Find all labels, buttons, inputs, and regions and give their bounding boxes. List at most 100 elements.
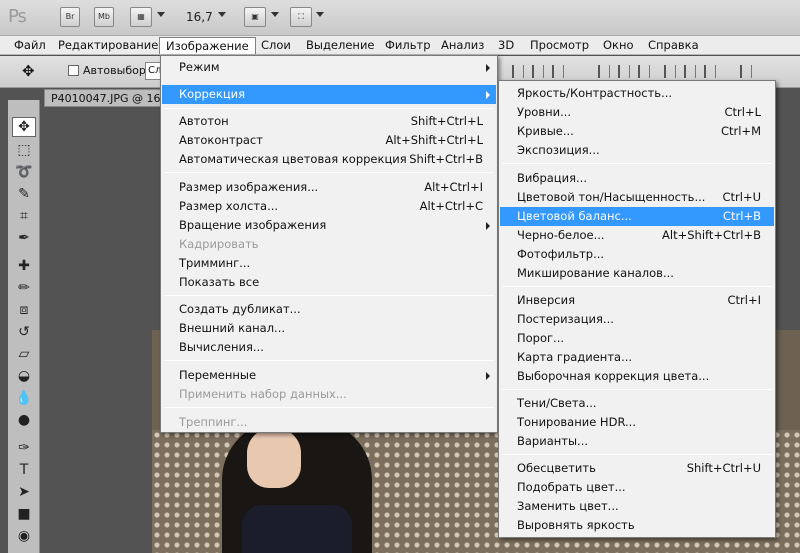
- crop-tool-icon[interactable]: ⌗: [12, 206, 36, 226]
- menu-edit[interactable]: Редактирование: [52, 37, 164, 54]
- quick-select-tool-icon[interactable]: ✎: [12, 184, 36, 204]
- blur-tool-icon[interactable]: 💧: [12, 388, 36, 408]
- menu-item-auto-tone[interactable]: Автотон Shift+Ctrl+L: [162, 112, 496, 131]
- submenu-arrow-icon: [486, 222, 490, 230]
- history-brush-tool-icon[interactable]: ↺: [12, 322, 36, 342]
- menu-item-levels[interactable]: Уровни... Ctrl+L: [500, 103, 774, 122]
- menu-item-duplicate[interactable]: Создать дубликат...: [162, 300, 496, 319]
- chevron-down-icon[interactable]: [218, 12, 226, 17]
- menu-file[interactable]: Файл: [8, 37, 52, 54]
- menu-item-match-color[interactable]: Подобрать цвет...: [500, 478, 774, 497]
- menu-item-reveal-all[interactable]: Показать все: [162, 273, 496, 292]
- view-extras-button[interactable]: ▦: [130, 7, 152, 27]
- menu-item-hue-saturation[interactable]: Цветовой тон/Насыщенность... Ctrl+U: [500, 188, 774, 207]
- align-vcenter-icon[interactable]: [532, 65, 544, 78]
- paint-bucket-tool-icon[interactable]: ◒: [12, 366, 36, 386]
- menu-item-adjustments[interactable]: Коррекция: [162, 85, 496, 104]
- menu-item-invert[interactable]: Инверсия Ctrl+I: [500, 291, 774, 310]
- move-tool-icon[interactable]: ✥: [12, 117, 36, 137]
- menu-item-trim[interactable]: Тримминг...: [162, 254, 496, 273]
- menu-item-mode[interactable]: Режим: [162, 58, 496, 77]
- menu-item-threshold[interactable]: Порог...: [500, 329, 774, 348]
- distribute-hcenter-icon[interactable]: [684, 65, 696, 78]
- menu-item-label: Применить набор данных...: [179, 387, 347, 401]
- align-top-icon[interactable]: [512, 65, 524, 78]
- bridge-button[interactable]: Br: [60, 7, 80, 27]
- menu-item-equalize[interactable]: Выровнять яркость: [500, 516, 774, 535]
- shape-tool-icon[interactable]: ■: [12, 504, 36, 524]
- menu-window[interactable]: Окно: [597, 37, 640, 54]
- menu-item-hdr-toning[interactable]: Тонирование HDR...: [500, 413, 774, 432]
- marquee-tool-icon[interactable]: ⬚: [12, 140, 36, 160]
- autoselect-dropdown[interactable]: Сл: [145, 62, 161, 80]
- menu-3d[interactable]: 3D: [492, 37, 520, 54]
- dodge-tool-icon[interactable]: ●: [12, 410, 36, 430]
- zoom-level[interactable]: 16,7: [186, 10, 213, 24]
- layout-icon: ▣: [251, 12, 259, 21]
- menu-item-canvas-size[interactable]: Размер холста... Alt+Ctrl+C: [162, 197, 496, 216]
- menu-layers[interactable]: Слои: [255, 37, 297, 54]
- distribute-top-icon[interactable]: [598, 65, 610, 78]
- autoselect-checkbox[interactable]: [68, 65, 79, 76]
- menu-item-color-balance[interactable]: Цветовой баланс... Ctrl+B: [500, 207, 774, 226]
- menu-item-gradient-map[interactable]: Карта градиента...: [500, 348, 774, 367]
- menu-item-shadows-highlights[interactable]: Тени/Света...: [500, 394, 774, 413]
- healing-brush-tool-icon[interactable]: ✚: [12, 256, 36, 276]
- chevron-down-icon[interactable]: [316, 12, 324, 17]
- menu-item-channel-mixer[interactable]: Микширование каналов...: [500, 264, 774, 283]
- document-tab[interactable]: P4010047.JPG @ 16,7: [51, 92, 171, 105]
- lasso-tool-icon[interactable]: ➰: [12, 162, 36, 182]
- menu-item-exposure[interactable]: Экспозиция...: [500, 141, 774, 160]
- auto-align-layers-icon[interactable]: [740, 65, 752, 78]
- menu-item-auto-contrast[interactable]: Автоконтраст Alt+Shift+Ctrl+L: [162, 131, 496, 150]
- type-tool-icon[interactable]: T: [12, 460, 36, 480]
- chevron-down-icon[interactable]: [271, 12, 279, 17]
- menu-item-posterize[interactable]: Постеризация...: [500, 310, 774, 329]
- menu-image[interactable]: Изображение: [159, 37, 256, 54]
- brush-tool-icon[interactable]: ✏: [12, 278, 36, 298]
- arrange-documents-button[interactable]: ▣: [244, 7, 266, 27]
- photo-doll-face: [247, 428, 301, 488]
- menu-select[interactable]: Выделение: [300, 37, 381, 54]
- menu-item-calculations[interactable]: Вычисления...: [162, 338, 496, 357]
- menu-item-curves[interactable]: Кривые... Ctrl+M: [500, 122, 774, 141]
- stamp-tool-icon[interactable]: ⧈: [12, 300, 36, 320]
- distribute-vcenter-icon[interactable]: [618, 65, 630, 78]
- menu-item-vibrance[interactable]: Вибрация...: [500, 169, 774, 188]
- menu-item-apply-image[interactable]: Внешний канал...: [162, 319, 496, 338]
- path-selection-tool-icon[interactable]: ➤: [12, 482, 36, 502]
- menu-item-shortcut: Shift+Ctrl+L: [410, 114, 483, 128]
- menu-item-label: Режим: [179, 60, 220, 74]
- distribute-bottom-icon[interactable]: [638, 65, 650, 78]
- menu-item-photo-filter[interactable]: Фотофильтр...: [500, 245, 774, 264]
- 3d-rotate-tool-icon[interactable]: ◉: [12, 526, 36, 546]
- pen-tool-icon[interactable]: ✑: [12, 438, 36, 458]
- menu-item-image-size[interactable]: Размер изображения... Alt+Ctrl+I: [162, 178, 496, 197]
- menu-item-variations[interactable]: Варианты...: [500, 432, 774, 451]
- distribute-left-icon[interactable]: [664, 65, 676, 78]
- menu-item-selective-color[interactable]: Выборочная коррекция цвета...: [500, 367, 774, 386]
- eraser-tool-icon[interactable]: ▱: [12, 344, 36, 364]
- menu-filter[interactable]: Фильтр: [379, 37, 437, 54]
- grid-icon: ▦: [137, 12, 145, 21]
- menu-item-label: Автоматическая цветовая коррекция: [179, 152, 407, 166]
- distribute-right-icon[interactable]: [704, 65, 716, 78]
- menu-analysis[interactable]: Анализ: [435, 37, 490, 54]
- menu-item-label: Инверсия: [517, 293, 575, 307]
- menu-item-variables[interactable]: Переменные: [162, 366, 496, 385]
- toolbox: ✥ ⬚ ➰ ✎ ⌗ ✒ ✚ ✏ ⧈ ↺ ▱ ◒ 💧 ● ✑ T ➤ ■ ◉: [8, 100, 40, 553]
- menu-item-auto-color[interactable]: Автоматическая цветовая коррекция Shift+C…: [162, 150, 496, 169]
- chevron-down-icon[interactable]: [157, 12, 165, 17]
- menu-item-brightness-contrast[interactable]: Яркость/Контрастность...: [500, 84, 774, 103]
- eyedropper-tool-icon[interactable]: ✒: [12, 228, 36, 248]
- menu-item-desaturate[interactable]: Обесцветить Shift+Ctrl+U: [500, 459, 774, 478]
- mini-bridge-button[interactable]: Mb: [94, 7, 114, 27]
- screen-mode-button[interactable]: ⛶: [290, 7, 312, 27]
- move-tool-icon[interactable]: ✥: [22, 62, 35, 80]
- menu-item-black-white[interactable]: Черно-белое... Alt+Shift+Ctrl+B: [500, 226, 774, 245]
- align-bottom-icon[interactable]: [552, 65, 564, 78]
- menu-item-image-rotation[interactable]: Вращение изображения: [162, 216, 496, 235]
- menu-help[interactable]: Справка: [642, 37, 705, 54]
- menu-item-replace-color[interactable]: Заменить цвет...: [500, 497, 774, 516]
- menu-view[interactable]: Просмотр: [524, 37, 595, 54]
